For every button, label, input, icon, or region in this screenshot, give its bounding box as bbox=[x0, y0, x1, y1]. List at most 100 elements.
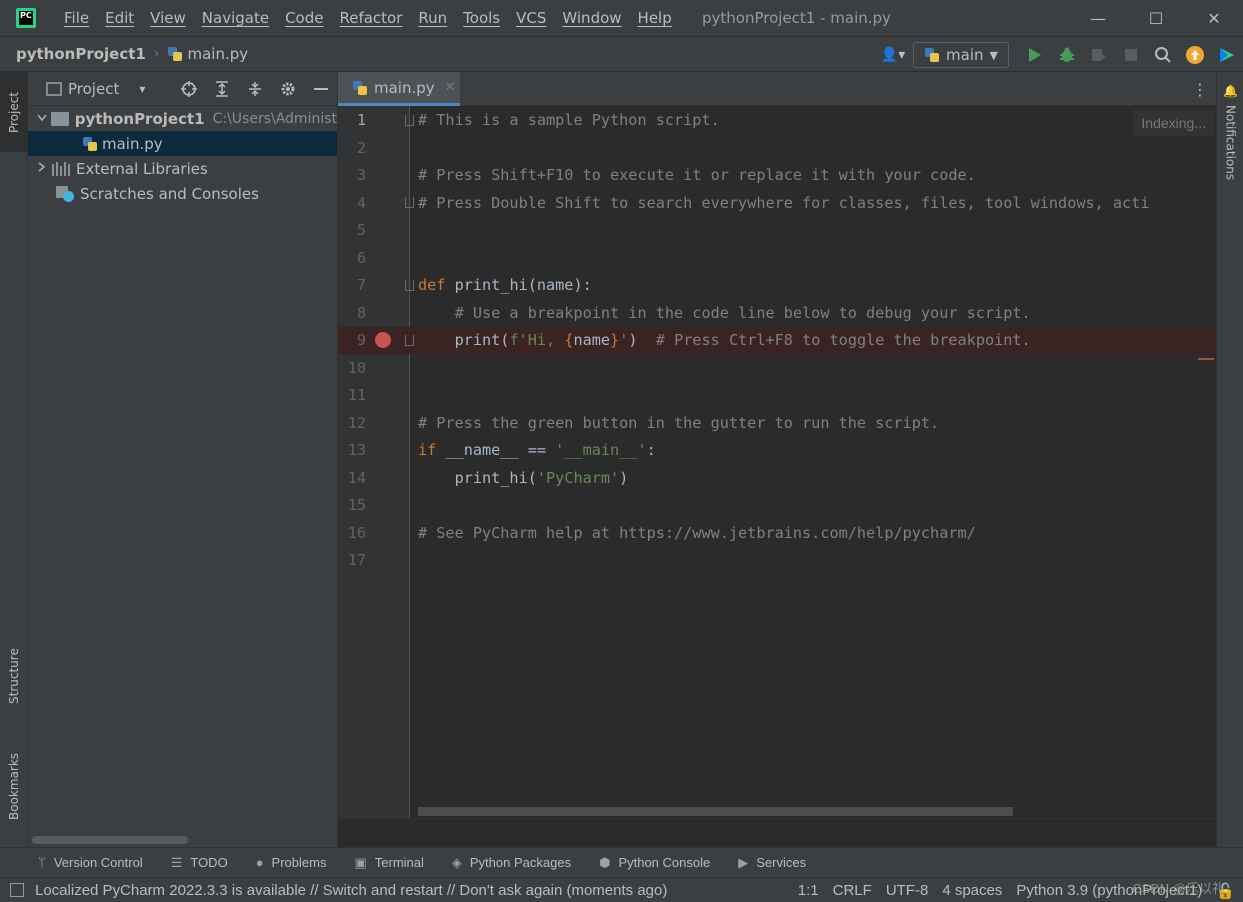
tree-item-project-root[interactable]: pythonProject1 C:\Users\Administ bbox=[28, 106, 337, 131]
run-configuration-select[interactable]: main ▼ bbox=[913, 42, 1009, 68]
line-number[interactable]: 15 bbox=[338, 496, 366, 514]
menu-navigate[interactable]: Navigate bbox=[194, 9, 277, 27]
gear-icon[interactable] bbox=[271, 72, 304, 106]
run-with-coverage-icon[interactable] bbox=[1083, 37, 1115, 73]
tree-item-main-py[interactable]: main.py bbox=[28, 131, 337, 156]
line-number[interactable]: 14 bbox=[338, 469, 366, 487]
run-icon[interactable] bbox=[1019, 37, 1051, 73]
code-text: def print_hi(name): bbox=[418, 276, 592, 294]
update-icon[interactable] bbox=[1179, 37, 1211, 73]
tool-window-problems[interactable]: ● Problems bbox=[256, 855, 327, 870]
debug-icon[interactable] bbox=[1051, 37, 1083, 73]
code-line[interactable]: 12 # Press the green button in the gutter… bbox=[338, 409, 1216, 436]
code-line[interactable]: 16 # See PyCharm help at https://www.jetb… bbox=[338, 519, 1216, 546]
search-icon[interactable] bbox=[1147, 37, 1179, 73]
line-number[interactable]: 12 bbox=[338, 414, 366, 432]
line-number[interactable]: 6 bbox=[338, 249, 366, 267]
code-line[interactable]: 11 bbox=[338, 382, 1216, 409]
close-tab-icon[interactable]: ✕ bbox=[445, 80, 456, 95]
line-number[interactable]: 2 bbox=[338, 139, 366, 157]
line-number[interactable]: 16 bbox=[338, 524, 366, 542]
menu-edit[interactable]: Edit bbox=[97, 9, 142, 27]
indent-setting[interactable]: 4 spaces bbox=[935, 882, 1009, 899]
code-editor[interactable]: Indexing... 1 # This is a sample Python s… bbox=[338, 106, 1216, 818]
collapse-all-icon[interactable] bbox=[238, 72, 271, 106]
menu-help[interactable]: Help bbox=[630, 9, 680, 27]
menu-window[interactable]: Window bbox=[554, 9, 629, 27]
code-line[interactable]: 2 bbox=[338, 134, 1216, 161]
code-line[interactable]: 13 if __name__ == '__main__': bbox=[338, 437, 1216, 464]
line-number[interactable]: 1 bbox=[338, 111, 366, 129]
code-line[interactable]: 6 bbox=[338, 244, 1216, 271]
stop-icon[interactable] bbox=[1115, 37, 1147, 73]
tree-item-external-libraries[interactable]: External Libraries bbox=[28, 156, 337, 181]
caret-position[interactable]: 1:1 bbox=[791, 882, 826, 899]
editor-horizontal-scrollbar[interactable] bbox=[418, 807, 1013, 816]
line-number[interactable]: 3 bbox=[338, 166, 366, 184]
line-number[interactable]: 4 bbox=[338, 194, 366, 212]
project-tool-tab[interactable]: Project bbox=[0, 72, 28, 152]
line-number[interactable]: 9 bbox=[338, 331, 366, 349]
code-line[interactable]: 15 bbox=[338, 492, 1216, 519]
menu-file[interactable]: File bbox=[56, 9, 97, 27]
toggle-tool-windows-icon[interactable] bbox=[10, 883, 24, 897]
fold-marker-icon[interactable] bbox=[405, 197, 414, 208]
tool-window-services[interactable]: ▶ Services bbox=[738, 855, 806, 871]
structure-tool-tab[interactable]: Structure bbox=[0, 632, 28, 720]
line-number[interactable]: 8 bbox=[338, 304, 366, 322]
menu-tools[interactable]: Tools bbox=[455, 9, 508, 27]
expand-all-icon[interactable] bbox=[205, 72, 238, 106]
chevron-right-icon[interactable] bbox=[32, 162, 52, 175]
select-opened-file-icon[interactable] bbox=[172, 72, 205, 106]
breadcrumb-file[interactable]: main.py bbox=[167, 45, 248, 63]
code-line[interactable]: 3 # Press Shift+F10 to execute it or repl… bbox=[338, 162, 1216, 189]
code-line[interactable]: 5 bbox=[338, 217, 1216, 244]
fold-marker-icon[interactable] bbox=[405, 279, 414, 291]
menu-code[interactable]: Code bbox=[277, 9, 331, 27]
code-line[interactable]: 7 def print_hi(name): bbox=[338, 272, 1216, 299]
code-with-me-icon[interactable]: 👤▾ bbox=[873, 47, 913, 63]
status-message[interactable]: Localized PyCharm 2022.3.3 is available … bbox=[35, 882, 667, 899]
project-panel-scrollbar[interactable] bbox=[32, 836, 188, 844]
code-line[interactable]: 1 # This is a sample Python script. bbox=[338, 107, 1216, 134]
hide-panel-icon[interactable] bbox=[304, 72, 337, 106]
line-number[interactable]: 17 bbox=[338, 551, 366, 569]
tool-window-todo[interactable]: ☰ TODO bbox=[171, 855, 228, 871]
jetbrains-toolbox-icon[interactable] bbox=[1211, 37, 1243, 73]
notifications-tool-tab[interactable]: 🔔 Notifications bbox=[1217, 80, 1243, 184]
menu-run[interactable]: Run bbox=[410, 9, 455, 27]
menu-view[interactable]: View bbox=[142, 9, 194, 27]
tool-window-python-console[interactable]: ⬢ Python Console bbox=[599, 855, 710, 871]
tool-window-python-packages[interactable]: ◈ Python Packages bbox=[452, 855, 571, 871]
line-separator[interactable]: CRLF bbox=[826, 882, 879, 899]
bookmarks-tool-tab[interactable]: Bookmarks bbox=[0, 737, 28, 835]
more-options-icon[interactable]: ⋮ bbox=[1192, 80, 1208, 99]
file-encoding[interactable]: UTF-8 bbox=[879, 882, 936, 899]
menu-vcs[interactable]: VCS bbox=[508, 9, 554, 27]
line-number[interactable]: 7 bbox=[338, 276, 366, 294]
line-number[interactable]: 13 bbox=[338, 441, 366, 459]
minimize-button[interactable]: — bbox=[1069, 0, 1127, 36]
line-number[interactable]: 5 bbox=[338, 221, 366, 239]
code-line[interactable]: 8 # Use a breakpoint in the code line be… bbox=[338, 299, 1216, 326]
fold-marker-icon[interactable] bbox=[405, 334, 414, 346]
code-line[interactable]: 4 # Press Double Shift to search everywhe… bbox=[338, 189, 1216, 216]
line-number[interactable]: 10 bbox=[338, 359, 366, 377]
line-number[interactable]: 11 bbox=[338, 386, 366, 404]
breakpoint-icon[interactable] bbox=[375, 332, 391, 348]
breadcrumb-project[interactable]: pythonProject1 bbox=[16, 45, 146, 63]
code-line[interactable]: 9 print(f'Hi, {name}') # Press Ctrl+F8 t… bbox=[338, 326, 1216, 354]
maximize-button[interactable]: ☐ bbox=[1127, 0, 1185, 36]
code-line[interactable]: 10 bbox=[338, 354, 1216, 381]
chevron-down-icon[interactable] bbox=[32, 112, 51, 125]
project-view-select[interactable]: Project ▾ bbox=[46, 80, 145, 98]
menu-refactor[interactable]: Refactor bbox=[331, 9, 410, 27]
fold-marker-icon[interactable] bbox=[405, 114, 414, 126]
code-line[interactable]: 17 bbox=[338, 547, 1216, 574]
code-line[interactable]: 14 print_hi('PyCharm') bbox=[338, 464, 1216, 491]
tool-window-terminal[interactable]: ▣ Terminal bbox=[354, 855, 423, 871]
tool-window-version-control[interactable]: ᛘ Version Control bbox=[38, 855, 143, 870]
tree-item-scratches[interactable]: Scratches and Consoles bbox=[28, 181, 337, 206]
tab-main-py[interactable]: main.py ✕ bbox=[338, 72, 460, 106]
close-window-button[interactable]: ✕ bbox=[1185, 0, 1243, 36]
